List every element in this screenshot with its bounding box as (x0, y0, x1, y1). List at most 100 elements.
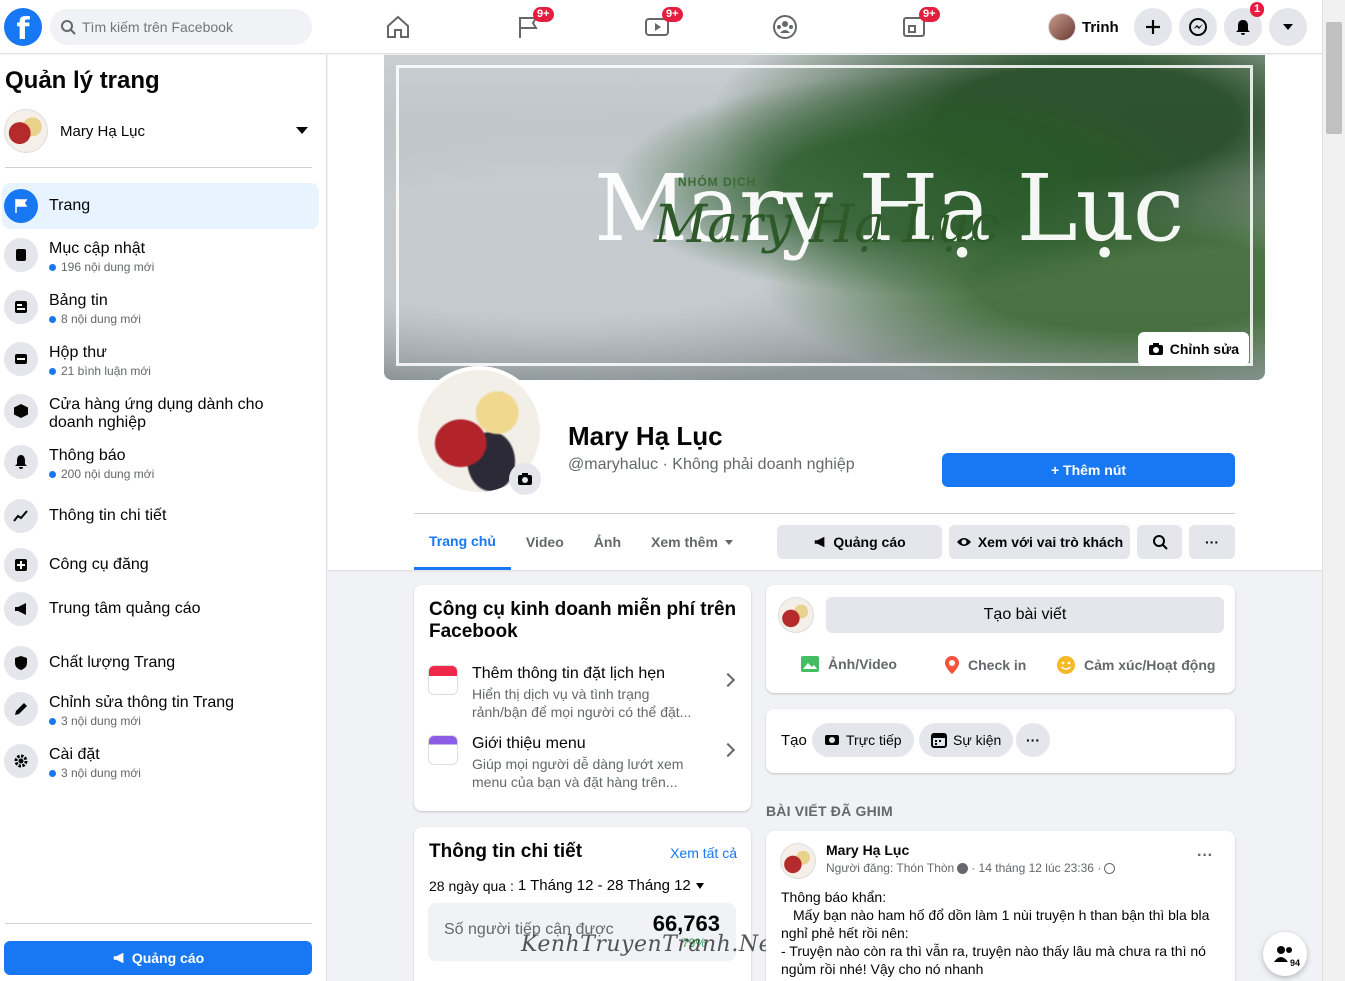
photo-video-button[interactable]: Ảnh/Video (800, 655, 897, 673)
cover-photo[interactable]: Mary Hạ Lục NHÓM DỊCH Mary Hạ Lục Chỉnh … (384, 55, 1265, 380)
feeling-activity-button[interactable]: Cảm xúc/Hoạt động (1056, 655, 1215, 675)
camera-icon[interactable] (509, 463, 541, 495)
camera-icon (1148, 343, 1163, 355)
contacts-button[interactable]: 94 (1263, 932, 1307, 976)
page-handle: @maryhaluc · Không phải doanh nghiệp (568, 456, 855, 473)
page-selector[interactable]: Mary Hạ Lục (4, 107, 314, 155)
go-live-button[interactable]: Trực tiếp (812, 723, 914, 757)
messenger-icon (1189, 18, 1207, 36)
site-watermark: KenhTruyenTranh.Net (521, 932, 782, 957)
promote-ad-label: Quảng cáo (131, 950, 205, 966)
create-options-card: Tạo Trực tiếp Sự kiện ··· (766, 709, 1235, 773)
avatar (778, 597, 814, 633)
notifications-badge: 1 (1250, 2, 1265, 17)
page-title: Mary Hạ Lục (568, 421, 723, 451)
post-options-button[interactable]: ··· (1197, 847, 1213, 865)
add-button-button[interactable]: + Thêm nút (942, 453, 1235, 487)
post-line: - Truyện nào còn ra thì vẫn ra, truyện n… (781, 943, 1206, 959)
facebook-logo-icon[interactable]: f (4, 8, 42, 47)
messenger-button[interactable] (1179, 8, 1217, 46)
account-menu-button[interactable] (1269, 8, 1307, 46)
sidebar-item-publishing-tools[interactable]: Công cụ đăng (2, 542, 319, 588)
tab-video[interactable]: Video (511, 514, 579, 570)
ads-button[interactable]: Quảng cáo (777, 525, 942, 559)
sidebar-item-notifications[interactable]: Thông báo 200 nội dung mới (2, 439, 319, 487)
page-scrollbar[interactable] (1322, 0, 1345, 981)
caret-down-icon (724, 540, 733, 545)
check-in-button[interactable]: Check in (944, 655, 1026, 675)
smiley-icon (1057, 656, 1075, 674)
sidebar-item-label: Hộp thư (49, 344, 107, 361)
tab-more[interactable]: Xem thêm (636, 514, 751, 570)
sidebar-item-settings[interactable]: Cài đặt 3 nội dung mới (2, 738, 319, 786)
sidebar-item-news-feed[interactable]: Bảng tin 8 nội dung mới (2, 284, 319, 332)
sidebar-item-page-quality[interactable]: Chất lượng Trang (2, 640, 319, 686)
post-author[interactable]: Mary Hạ Lục (826, 842, 909, 858)
cover-script-title: Mary Hạ Lục (654, 195, 1000, 255)
watch-icon[interactable]: 9+ (642, 7, 683, 42)
sidebar-item-insights[interactable]: Thông tin chi tiết (2, 493, 319, 539)
page-search-button[interactable] (1137, 525, 1182, 559)
photo-icon (801, 656, 819, 672)
sidebar-item-ad-center[interactable]: Trung tâm quảng cáo (2, 586, 319, 632)
more-options-button[interactable]: ··· (1189, 525, 1235, 559)
sidebar-item-trang[interactable]: Trang (2, 183, 319, 229)
edit-cover-button[interactable]: Chỉnh sửa (1137, 332, 1249, 366)
post-line: Mấy bạn nào ham hố đổ dồn làm 1 nùi truy… (793, 907, 1210, 923)
groups-icon[interactable] (770, 12, 800, 42)
business-tool-menu[interactable]: Giới thiệu menu Giúp mọi người dễ dàng l… (428, 735, 738, 791)
business-tool-booking[interactable]: Thêm thông tin đặt lịch hẹn Hiển thị dịc… (428, 665, 738, 721)
search-input[interactable] (82, 19, 292, 35)
sidebar-item-label: Bảng tin (49, 292, 108, 309)
sidebar-item-edit-page-info[interactable]: Chỉnh sửa thông tin Trang 3 nội dung mới (2, 686, 319, 734)
inbox-icon (4, 342, 38, 376)
page-manager-sidebar: Quản lý trang Mary Hạ Lục Trang Mục cập … (0, 55, 327, 981)
caret-down-icon (695, 882, 704, 889)
selected-page-name: Mary Hạ Lục (60, 122, 146, 140)
post-line: Thông báo khẩn: (781, 889, 887, 905)
create-plus-button[interactable] (1134, 8, 1172, 46)
publishing-tools-icon (4, 548, 38, 582)
notifications-button[interactable]: 1 (1224, 2, 1265, 46)
business-tool-desc: Hiển thị dịch vụ và tình trạng rảnh/bận … (472, 686, 692, 720)
create-post-input[interactable]: Tạo bài viết (826, 597, 1224, 633)
business-tool-title: Thêm thông tin đặt lịch hẹn (472, 665, 666, 682)
tab-home[interactable]: Trang chủ (414, 514, 511, 570)
sidebar-title: Quản lý trang (5, 67, 160, 94)
sidebar-item-updates[interactable]: Mục cập nhật 196 nội dung mới (2, 232, 319, 280)
page-avatar (4, 109, 48, 153)
unread-dot (49, 769, 56, 777)
pinned-post: Mary Hạ Lục Người đăng: Thón Thòn · 14 t… (766, 831, 1235, 981)
profile-shortcut[interactable]: Trinh (1048, 10, 1119, 44)
avatar[interactable] (780, 843, 816, 879)
post-time[interactable]: · 14 tháng 12 lúc 23:36 · (971, 861, 1101, 875)
search-box[interactable] (50, 9, 312, 45)
search-icon (1152, 535, 1168, 550)
sidebar-item-label: Chỉnh sửa thông tin Trang (49, 694, 235, 711)
sidebar-item-inbox[interactable]: Hộp thư 21 bình luận mới (2, 336, 319, 384)
bell-icon (4, 445, 38, 479)
see-all-link[interactable]: Xem tất cả (670, 845, 737, 861)
pages-flag-icon[interactable]: 9+ (513, 7, 554, 42)
event-button[interactable]: Sự kiện (919, 723, 1014, 757)
scrollbar-thumb[interactable] (1326, 22, 1342, 134)
go-live-label: Trực tiếp (846, 732, 902, 748)
gaming-icon[interactable]: 9+ (899, 7, 940, 42)
page-main-content: Mary Hạ Lục NHÓM DỊCH Mary Hạ Lục Chỉnh … (328, 55, 1322, 981)
post-line: ngủm rồi nhé! Vậy cho nó nhanh (781, 961, 984, 977)
view-as-visitor-button[interactable]: Xem với vai trò khách (949, 525, 1130, 559)
tab-photos[interactable]: Ảnh (579, 514, 636, 570)
contacts-count: 94 (1288, 958, 1301, 968)
more-create-options-button[interactable]: ··· (1016, 723, 1050, 757)
sidebar-item-label: Trung tâm quảng cáo (49, 600, 201, 617)
sidebar-item-business-app-store[interactable]: Cửa hàng ứng dụng dành cho doanh nghiệp (2, 388, 319, 438)
menu-icon (428, 735, 458, 765)
date-range-selector[interactable]: 28 ngày qua : 1 Tháng 12 - 28 Tháng 12 (429, 877, 705, 894)
unread-dot (49, 717, 56, 725)
insights-title: Thông tin chi tiết (429, 841, 583, 862)
pencil-icon (4, 692, 38, 726)
promote-ad-button[interactable]: Quảng cáo (4, 941, 312, 975)
sidebar-item-sub: 196 nội dung mới (61, 260, 155, 274)
home-icon[interactable] (383, 12, 413, 42)
calendar-icon (428, 665, 458, 695)
